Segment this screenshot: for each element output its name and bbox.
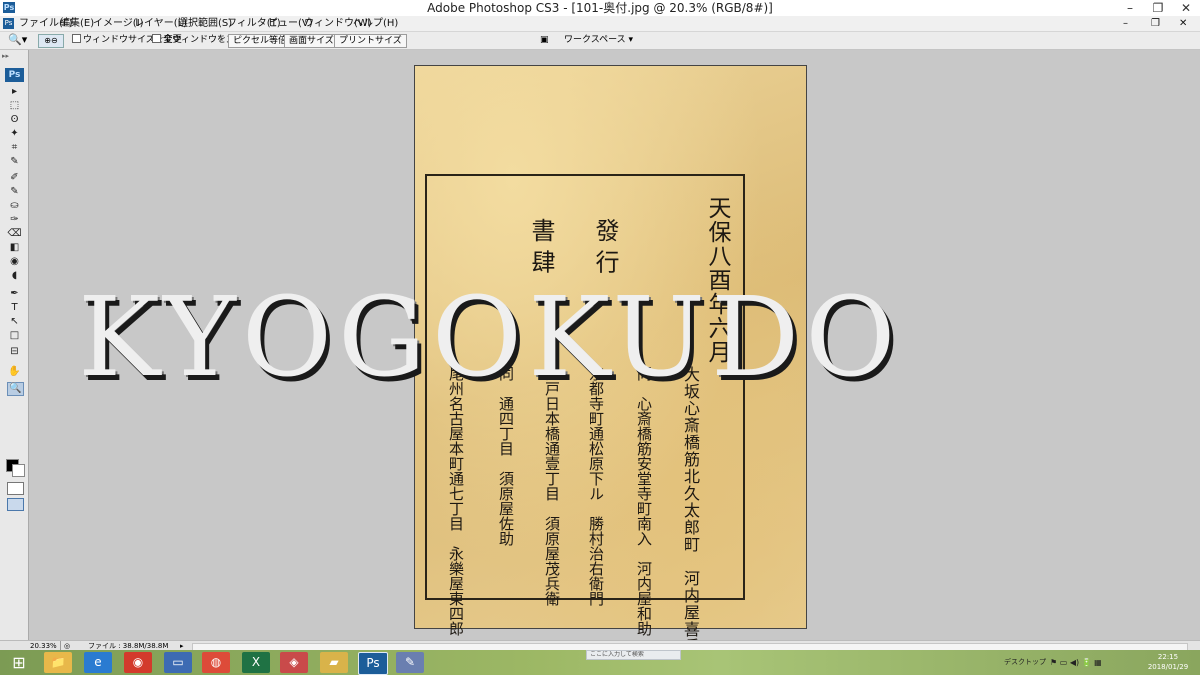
taskbar-chrome[interactable]: ◍	[202, 652, 230, 673]
eraser-tool-icon[interactable]: ⌫	[7, 228, 22, 240]
print-size-button[interactable]: プリントサイズ	[334, 34, 407, 48]
zoom-icon[interactable]: 🔍▾	[8, 33, 30, 47]
slice-tool-icon[interactable]: ✎	[7, 156, 22, 168]
actual-pixels-button[interactable]: ピクセル等倍	[228, 34, 293, 48]
publisher-line-2: 同 心斎橋筋安堂寺町南入 河内屋和助	[635, 366, 653, 636]
minimize-button[interactable]: –	[1116, 0, 1144, 16]
doc-minimize-button[interactable]: –	[1120, 16, 1131, 31]
menu-help[interactable]: ヘルプ(H)	[350, 16, 401, 31]
palette-grip[interactable]: ▸▸	[2, 52, 22, 60]
zoom-tool-icon[interactable]: 🔍	[7, 382, 24, 396]
colophon-heading-issue: 發 行	[591, 218, 619, 274]
window-title-bar: Ps Adobe Photoshop CS3 - [101-奥付.jpg @ 2…	[0, 0, 1200, 17]
taskbar-app-red[interactable]: ◉	[124, 652, 152, 673]
taskbar-app-photos[interactable]: ◈	[280, 652, 308, 673]
doc-restore-button[interactable]: ❐	[1148, 16, 1163, 31]
window-title: Adobe Photoshop CS3 - [101-奥付.jpg @ 20.3…	[427, 1, 773, 15]
move-tool-icon[interactable]: ▸	[7, 86, 22, 98]
dodge-tool-icon[interactable]: ◖	[7, 270, 22, 282]
taskbar-clock[interactable]: 22:15 2018/01/29	[1140, 652, 1196, 673]
taskbar-app-paint[interactable]: ✎	[396, 652, 424, 673]
shape-tool-icon[interactable]: □	[7, 330, 22, 342]
crop-tool-icon[interactable]: ⌗	[7, 142, 22, 154]
marquee-tool-icon[interactable]: ⬚	[7, 100, 22, 112]
publisher-line-4: 江戸日本橋通壹丁目 須原屋茂兵衛	[543, 366, 561, 606]
publisher-line-6: 尾州名古屋本町通七丁目 永樂屋東四郎	[447, 366, 465, 636]
background-color-swatch[interactable]	[12, 464, 25, 477]
restore-button[interactable]: ❐	[1144, 0, 1172, 16]
clone-stamp-tool-icon[interactable]: ⛀	[7, 200, 22, 212]
notes-tool-icon[interactable]: ⊟	[7, 346, 22, 358]
ps-badge[interactable]: Ps	[5, 68, 24, 82]
taskbar-excel[interactable]: X	[242, 652, 270, 673]
clock-date: 2018/01/29	[1147, 663, 1189, 671]
gradient-tool-icon[interactable]: ◧	[7, 242, 22, 254]
publisher-line-3: 京都寺町通松原下ル 勝村治右衛門	[587, 366, 605, 606]
watermark-text: KYOGOKUDO	[78, 273, 902, 401]
screen-mode-icon[interactable]	[7, 498, 24, 511]
document-icon[interactable]: Ps	[3, 18, 14, 29]
brush-tool-icon[interactable]: ✎	[7, 186, 22, 198]
hand-tool-icon[interactable]: ✋	[7, 366, 22, 378]
taskbar-app-monitor[interactable]: ▭	[164, 652, 192, 673]
fit-screen-button[interactable]: 画面サイズ	[284, 34, 339, 48]
zoom-in-out-icon[interactable]: ⊕⊖	[38, 34, 64, 48]
options-bar: 🔍▾ ⊕⊖ ウィンドウサイズを変更 全ウィンドウをズーム ピクセル等倍 画面サイ…	[0, 32, 1200, 50]
publisher-line-1: 大坂心斎橋筋北久太郎町 河内屋喜兵衛	[681, 366, 700, 672]
desktop-toolbar-label[interactable]: デスクトップ	[1004, 650, 1046, 675]
taskbar-internet-explorer[interactable]: e	[84, 652, 112, 673]
tool-palette: ▸▸ Ps ▸ ⬚ ʘ ✦ ⌗ ✎ ✐ ✎ ⛀ ✑ ⌫ ◧ ◉ ◖ ✒ T ↖ …	[0, 50, 29, 640]
clock-time: 22:15	[1157, 653, 1179, 661]
doc-close-button[interactable]: ✕	[1176, 16, 1190, 31]
palette-well-icon[interactable]: ▣	[540, 34, 554, 46]
history-brush-tool-icon[interactable]: ✑	[7, 214, 22, 226]
close-button[interactable]: ✕	[1172, 0, 1200, 16]
menu-bar: Ps ファイル(F) 編集(E) イメージ(I) レイヤー(L) 選択範囲(S)…	[0, 16, 1200, 32]
start-button[interactable]: ⊞	[0, 650, 38, 675]
magic-wand-tool-icon[interactable]: ✦	[7, 128, 22, 140]
path-selection-tool-icon[interactable]: ↖	[7, 316, 22, 328]
pen-tool-icon[interactable]: ✒	[7, 288, 22, 300]
taskbar-file-explorer[interactable]: 📁	[44, 652, 72, 673]
taskbar-search-hint[interactable]: ここに入力して検索	[586, 650, 681, 660]
system-tray-icons[interactable]: ⚑ ▭ ◀) 🔋 ▦	[1050, 650, 1138, 675]
taskbar-app-folder[interactable]: ▰	[320, 652, 348, 673]
taskbar: ⊞ 📁 e ◉ ▭ ◍ X ◈ ▰ Ps ✎ ここに入力して検索 デスクトップ …	[0, 650, 1200, 675]
colophon-heading-bookshop: 書 肆	[527, 218, 555, 274]
blur-tool-icon[interactable]: ◉	[7, 256, 22, 268]
healing-brush-tool-icon[interactable]: ✐	[7, 172, 22, 184]
workspace-menu[interactable]: ワークスペース ▾	[564, 34, 633, 46]
type-tool-icon[interactable]: T	[7, 302, 22, 314]
lasso-tool-icon[interactable]: ʘ	[7, 114, 22, 126]
taskbar-photoshop[interactable]: Ps	[358, 652, 388, 675]
quick-mask-icon[interactable]	[7, 482, 24, 495]
